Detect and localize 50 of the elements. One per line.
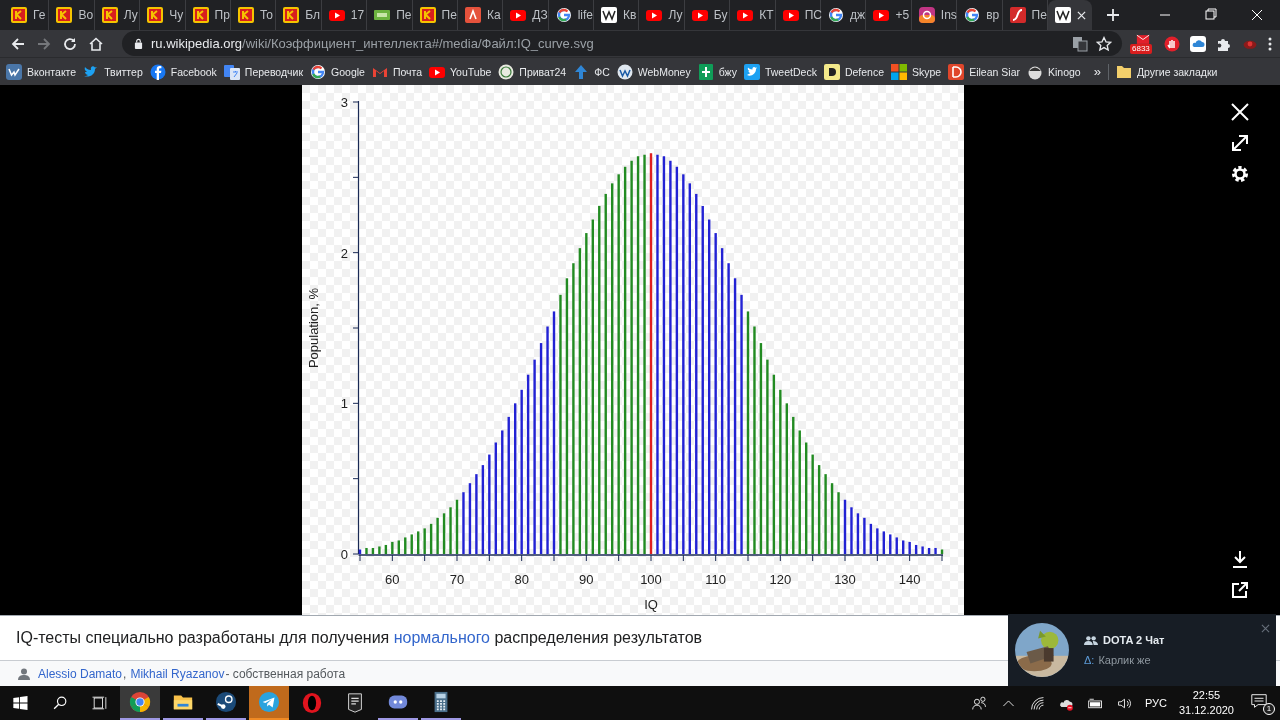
tick-label: 100 <box>640 572 662 587</box>
bookmark[interactable]: Facebook <box>149 63 217 80</box>
tick-label: 140 <box>898 572 921 587</box>
tick-label: 130 <box>834 572 856 587</box>
bookmark[interactable]: Твиттер <box>83 63 143 80</box>
clock[interactable]: 22:55 31.12.2020 <box>1178 688 1234 718</box>
axis-title: Population, % <box>306 287 321 369</box>
tick-label: 80 <box>514 572 529 587</box>
address-bar[interactable]: ru.wikipedia.org/wiki/Коэффициент_интеллекта#/media/Файл:IQ_curve.svg <box>122 31 1122 56</box>
bookmark[interactable]: Приват24 <box>498 63 567 80</box>
bookmark[interactable]: Defence <box>823 63 884 80</box>
action-center-button[interactable]: 1 <box>1250 692 1272 714</box>
message-text: Карлик же <box>1098 654 1151 666</box>
author-link[interactable]: Mikhail Ryazanov <box>130 666 225 681</box>
language-indicator[interactable]: РУС <box>1144 697 1167 709</box>
mail-extension[interactable]: 6833 <box>1132 31 1154 56</box>
bookmark[interactable]: WebMoney <box>616 63 691 80</box>
more-bookmarks-button[interactable]: » <box>1093 64 1101 79</box>
bookmark[interactable]: Skype <box>891 63 942 80</box>
caption-link[interactable]: нормального <box>393 629 490 646</box>
tick-label: 120 <box>769 572 792 587</box>
notification-title: DOTA 2 Чат <box>1103 634 1165 646</box>
license-text: - собственная работа <box>225 666 346 681</box>
bookmark-folder[interactable]: Другие закладки <box>1115 63 1218 80</box>
author-link[interactable]: Alessio Damato <box>38 666 123 681</box>
tick-label: 60 <box>385 572 400 587</box>
chat-notification[interactable]: DOTA 2 Чат Δ: Карлик же <box>1008 614 1276 686</box>
bookmark[interactable]: Почта <box>371 63 423 80</box>
axis-title: IQ <box>644 597 658 612</box>
count-badge: 6833 <box>1130 43 1152 54</box>
image-caption: IQ-тесты специально разработаны для получения нормального распределения результатов <box>16 629 703 647</box>
bookmark[interactable]: ФС <box>573 63 610 80</box>
bookmark[interactable]: Eilean Siar <box>948 63 1020 80</box>
separator-text: , <box>123 666 127 681</box>
bookmark[interactable]: Google <box>310 63 365 80</box>
bookmark[interactable]: Kinogo <box>1026 63 1081 80</box>
tick-label: 110 <box>705 572 727 587</box>
bookmark[interactable]: Вконтакте <box>6 63 77 80</box>
tick-label: 1 <box>340 396 348 412</box>
bookmark[interactable]: Переводчик <box>223 63 304 80</box>
count-badge: 1 <box>1263 703 1275 715</box>
bookmark[interactable]: YouTube <box>429 63 492 80</box>
tick-label: 3 <box>340 95 348 110</box>
tick-label: 2 <box>340 245 348 261</box>
tick-label: 90 <box>579 572 594 587</box>
tick-label: 70 <box>449 572 465 587</box>
sender-name: Δ: <box>1084 654 1095 666</box>
tick-label: 0 <box>340 547 348 562</box>
bookmark[interactable]: бжу <box>697 63 737 80</box>
bookmark[interactable]: TweetDeck <box>743 63 817 80</box>
